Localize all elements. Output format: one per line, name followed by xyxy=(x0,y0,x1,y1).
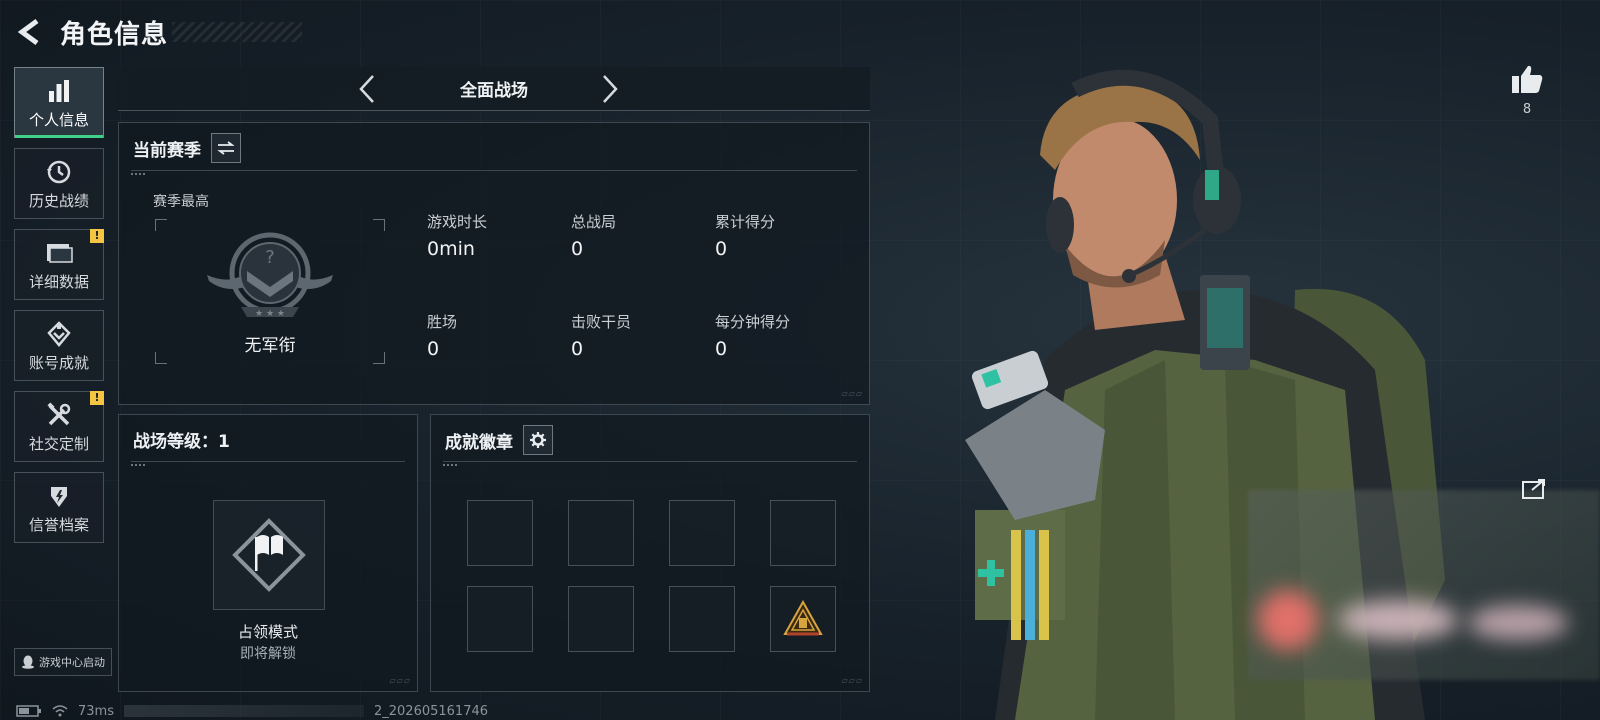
blurred-overlay xyxy=(1248,490,1600,680)
game-center-launch-button[interactable]: 游戏中心启动 xyxy=(14,648,112,676)
like-button[interactable]: 8 xyxy=(1508,64,1546,117)
achievement-badges-panel: 成就徽章 ▱▱▱ xyxy=(430,414,870,692)
badge-slot[interactable] xyxy=(568,586,634,652)
title-decoration xyxy=(172,22,303,42)
divider xyxy=(131,461,405,466)
stat-kills: 击败干员 0 xyxy=(571,313,632,360)
sidebar-item-label: 个人信息 xyxy=(28,111,89,129)
back-arrow-icon xyxy=(17,18,39,46)
folder-icon xyxy=(47,244,73,263)
rank-emblem-icon: ? ★ ★ ★ xyxy=(207,232,333,319)
rank-name: 无军衔 xyxy=(244,336,296,356)
pyramid-badge-icon xyxy=(783,600,823,636)
badge-slot[interactable] xyxy=(669,500,735,566)
build-number: 2_202605161746 xyxy=(373,703,489,719)
chevron-right-icon xyxy=(603,75,618,103)
divider xyxy=(443,461,857,466)
badge-grid xyxy=(467,500,836,652)
achievement-icon xyxy=(47,321,71,347)
sidebar-item-social-custom[interactable]: ! 社交定制 xyxy=(14,391,104,462)
sidebar: 个人信息 历史战绩 ! 详细数据 账号成就 ! 社交定制 信誉档案 xyxy=(14,67,106,553)
redacted-id xyxy=(123,705,364,717)
mode-title: 全面战场 xyxy=(460,81,528,101)
page-title: 角色信息 xyxy=(60,19,169,50)
stat-score-per-minute: 每分钟得分 0 xyxy=(715,313,791,360)
badge-slot[interactable] xyxy=(467,586,533,652)
sidebar-item-personal-info[interactable]: 个人信息 xyxy=(14,67,104,138)
corner-decoration: ▱▱▱ xyxy=(841,676,863,685)
svg-text:?: ? xyxy=(265,247,275,268)
bar-chart-icon xyxy=(49,80,69,102)
badges-title: 成就徽章 xyxy=(445,432,513,453)
battery-icon xyxy=(16,705,41,717)
share-icon xyxy=(1522,479,1545,499)
shield-icon xyxy=(51,487,67,507)
badge-slot[interactable] xyxy=(467,500,533,566)
stat-play-time: 游戏时长 0min xyxy=(427,213,488,260)
mode-name: 占领模式 xyxy=(237,623,298,641)
corner-decoration: ▱▱▱ xyxy=(841,389,863,398)
badge-slot[interactable] xyxy=(568,500,634,566)
badge-slot[interactable] xyxy=(669,586,735,652)
launch-label: 游戏中心启动 xyxy=(39,656,105,669)
season-best-label: 赛季最高 xyxy=(153,194,209,210)
rank-frame: ? ★ ★ ★ 无军衔 xyxy=(155,219,385,364)
sidebar-item-achievements[interactable]: 账号成就 xyxy=(14,310,104,381)
chevron-left-icon xyxy=(359,75,374,103)
sidebar-item-reputation[interactable]: 信誉档案 xyxy=(14,472,104,543)
sidebar-item-detailed-data[interactable]: ! 详细数据 xyxy=(14,229,104,300)
stat-total-matches: 总战局 0 xyxy=(571,213,617,260)
stat-wins: 胜场 0 xyxy=(427,313,458,360)
history-icon xyxy=(47,160,71,184)
divider xyxy=(131,170,857,175)
prev-mode-button[interactable] xyxy=(352,73,382,105)
svg-text:★ ★ ★: ★ ★ ★ xyxy=(255,309,285,319)
season-panel: 当前赛季 赛季最高 ? ★ ★ ★ 无军衔 游戏时长 0min 总战局 0 累计… xyxy=(118,122,870,405)
thumbs-up-icon xyxy=(1512,65,1543,93)
status-bar: 73ms 2_202605161746 xyxy=(16,703,488,719)
sidebar-item-label: 详细数据 xyxy=(28,273,89,291)
mode-unlock-status: 即将解锁 xyxy=(240,646,296,662)
battlefield-level-panel: 战场等级：1 占领模式 即将解锁 ▱▱▱ xyxy=(118,414,418,692)
sidebar-item-history[interactable]: 历史战绩 xyxy=(14,148,104,219)
conquest-mode-tile[interactable] xyxy=(213,500,325,610)
level-title: 战场等级：1 xyxy=(133,432,230,452)
page-header: 角色信息 xyxy=(14,14,303,50)
badge-settings-button[interactable] xyxy=(523,425,553,455)
flag-mode-icon xyxy=(232,518,306,592)
corner-decoration: ▱▱▱ xyxy=(389,676,411,685)
mode-selector: 全面战场 xyxy=(118,67,870,111)
season-title: 当前赛季 xyxy=(133,140,201,161)
ping-value: 73ms xyxy=(78,703,114,719)
sidebar-item-label: 历史战绩 xyxy=(28,192,89,210)
sidebar-item-label: 信誉档案 xyxy=(28,516,89,534)
sidebar-item-label: 社交定制 xyxy=(28,435,89,453)
wifi-icon xyxy=(52,705,68,717)
like-count: 8 xyxy=(1522,102,1532,117)
qq-penguin-icon xyxy=(22,655,34,669)
share-button[interactable] xyxy=(1522,478,1548,500)
badge-slot-filled[interactable] xyxy=(770,586,836,652)
badge-slot[interactable] xyxy=(770,500,836,566)
stat-total-score: 累计得分 0 xyxy=(715,213,776,260)
switch-season-button[interactable] xyxy=(211,133,241,163)
back-button[interactable] xyxy=(14,15,44,49)
sidebar-item-label: 账号成就 xyxy=(28,354,89,372)
tools-icon xyxy=(47,402,71,426)
gear-icon xyxy=(530,432,546,448)
swap-icon xyxy=(217,141,235,155)
next-mode-button[interactable] xyxy=(595,73,625,105)
